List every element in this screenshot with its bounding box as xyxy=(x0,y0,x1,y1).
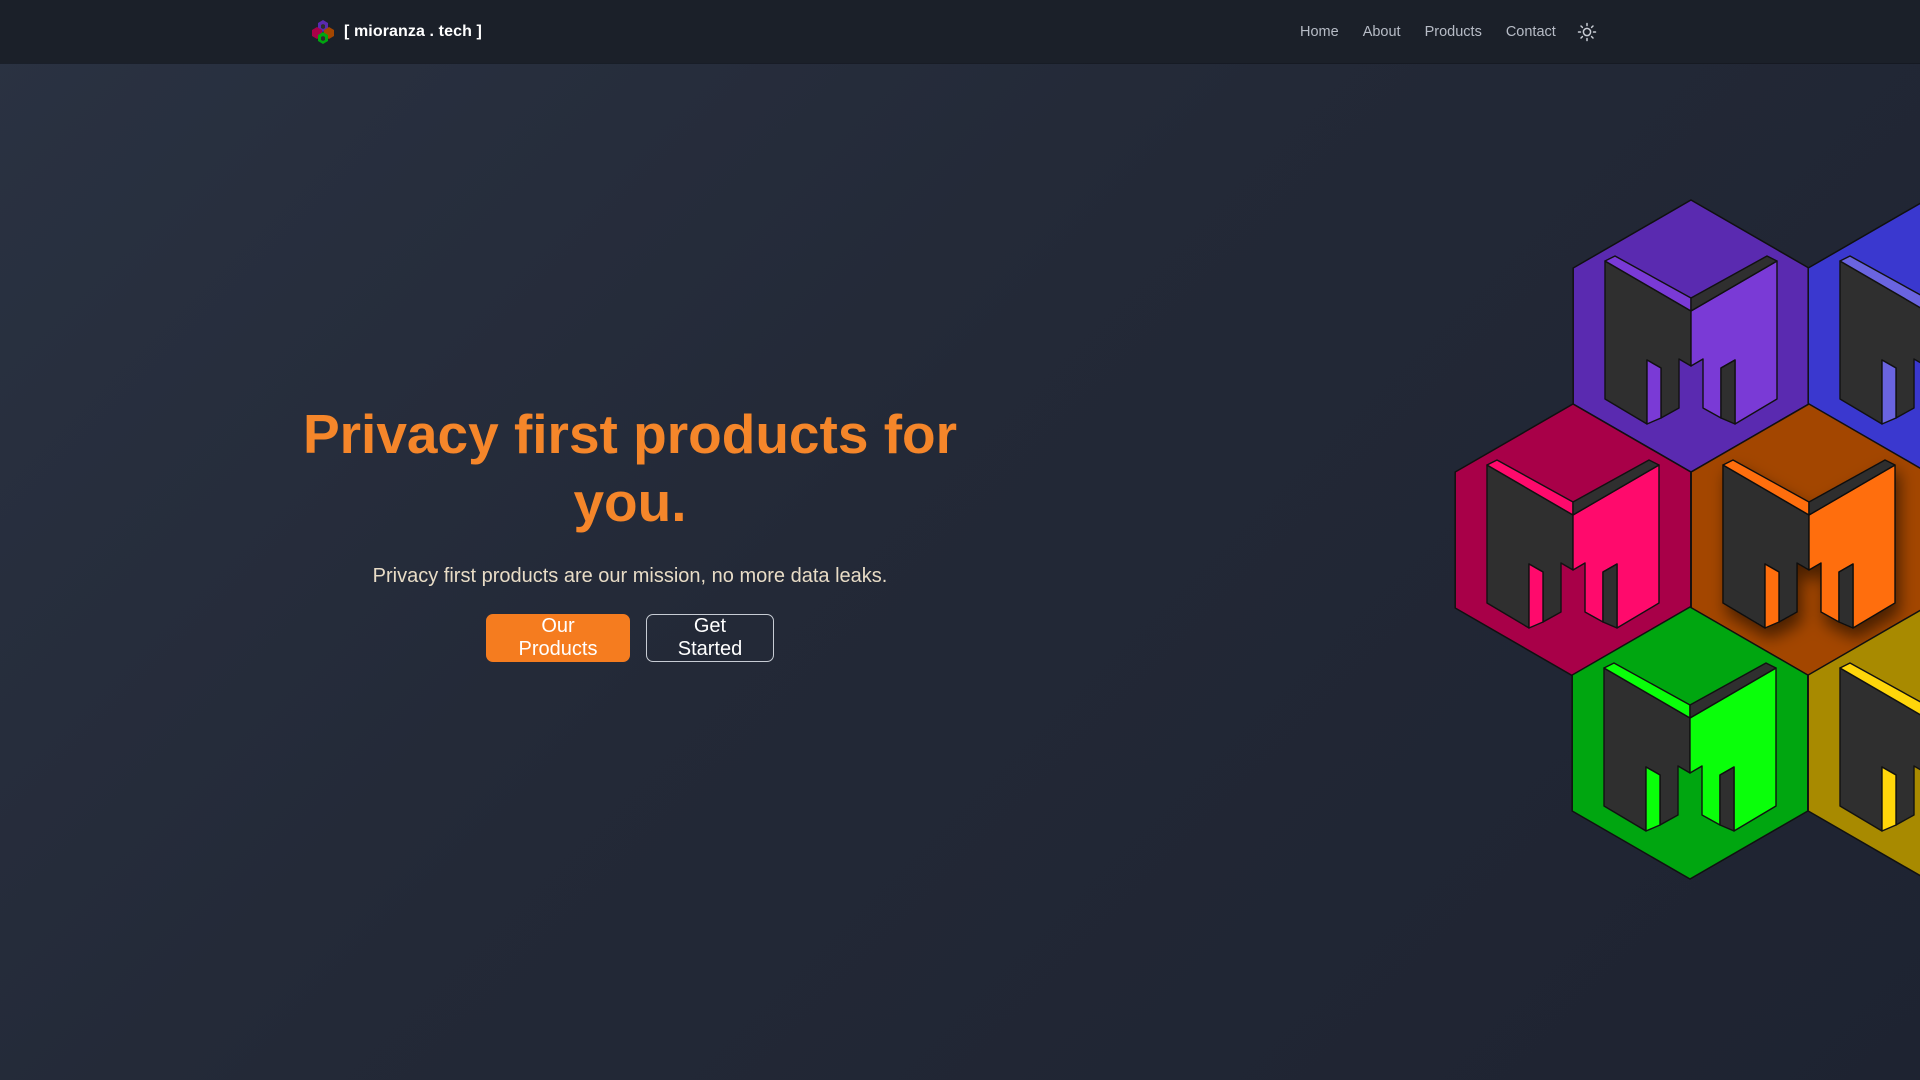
brand-name: [ mioranza . tech ] xyxy=(344,23,482,40)
hero-section: Privacy first products for you. Privacy … xyxy=(250,400,1010,662)
sun-icon xyxy=(1577,22,1597,41)
hero-subtitle: Privacy first products are our mission, … xyxy=(372,565,888,587)
brand-logo-icon xyxy=(312,20,334,44)
hexagon-logo-grid-illustration xyxy=(1440,190,1920,890)
nav-link-contact[interactable]: Contact xyxy=(1506,24,1556,40)
hero-title-line-2: you. xyxy=(573,471,687,533)
hero-title: Privacy first products for you. xyxy=(250,400,1010,536)
nav-link-about[interactable]: About xyxy=(1363,24,1401,40)
nav-link-products[interactable]: Products xyxy=(1425,24,1482,40)
nav-links: Home About Products Contact xyxy=(1300,0,1598,63)
our-products-button[interactable]: Our Products xyxy=(486,614,630,662)
hexagon-logo-grid-icon xyxy=(1454,199,1920,880)
navbar: [ mioranza . tech ] Home About Products … xyxy=(0,0,1920,63)
brand-link[interactable]: [ mioranza . tech ] xyxy=(311,18,482,46)
nav-link-home[interactable]: Home xyxy=(1300,24,1339,40)
theme-toggle-button[interactable] xyxy=(1576,21,1598,43)
hero-buttons: Our Products Get Started xyxy=(250,614,1010,662)
hero-title-line-1: Privacy first products for xyxy=(302,403,958,465)
get-started-button[interactable]: Get Started xyxy=(646,614,774,662)
